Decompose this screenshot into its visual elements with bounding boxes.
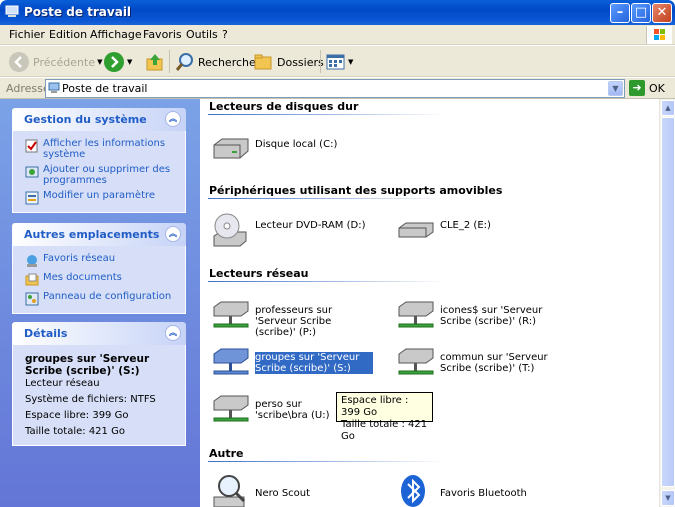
details-name: groupes sur 'Serveur Scribe (scribe)' (S… bbox=[25, 353, 150, 377]
system-info-icon bbox=[25, 139, 38, 153]
add-remove-icon bbox=[25, 166, 39, 178]
vertical-scrollbar[interactable]: ▲ ▼ bbox=[659, 99, 675, 507]
chevron-down-icon: ▼ bbox=[127, 58, 133, 66]
forward-button[interactable]: ▼ bbox=[103, 49, 132, 75]
menu-outils[interactable]: Outils bbox=[186, 28, 218, 41]
bluetooth-favorites[interactable]: Favoris Bluetooth bbox=[395, 473, 558, 507]
computer-icon bbox=[48, 82, 60, 93]
system-tasks-panel: Gestion du système ︽ Afficher les inform… bbox=[12, 108, 186, 213]
panel-header[interactable]: Détails ︽ bbox=[12, 322, 186, 345]
details-type: Lecteur réseau bbox=[25, 378, 100, 389]
back-button[interactable]: Précédente ▼ bbox=[8, 49, 103, 75]
menu-bar: Fichier Edition Affichage Favoris Outils… bbox=[0, 25, 675, 45]
up-folder-button[interactable] bbox=[145, 49, 165, 75]
settings-icon bbox=[25, 191, 39, 205]
forward-arrow-icon bbox=[104, 52, 124, 72]
details-total-size: Taille totale: 421 Go bbox=[25, 426, 125, 437]
network-drive-p[interactable]: professeurs sur 'Serveur Scribe (scribe)… bbox=[210, 297, 373, 338]
network-drive-icon bbox=[398, 301, 434, 328]
scroll-down-button[interactable]: ▼ bbox=[661, 490, 675, 506]
minimize-button[interactable]: – bbox=[610, 3, 630, 23]
network-drive-r[interactable]: icones$ sur 'Serveur Scribe (scribe)' (R… bbox=[395, 297, 558, 333]
menu-favoris[interactable]: Favoris bbox=[143, 28, 182, 41]
up-folder-icon bbox=[146, 54, 163, 71]
collapse-icon[interactable]: ︽ bbox=[165, 111, 181, 127]
scroll-up-button[interactable]: ▲ bbox=[661, 100, 675, 116]
group-title-network: Lecteurs réseau bbox=[209, 267, 309, 280]
drive-tooltip: Espace libre : 399 Go Taille totale : 42… bbox=[336, 392, 433, 442]
window-title: Poste de travail bbox=[24, 5, 132, 19]
menu-fichier[interactable]: Fichier bbox=[9, 28, 45, 41]
go-button[interactable]: ➜ OK bbox=[629, 80, 665, 96]
menu-edition[interactable]: Edition bbox=[49, 28, 87, 41]
network-drive-icon bbox=[213, 348, 249, 375]
panel-header[interactable]: Autres emplacements ︽ bbox=[12, 223, 186, 246]
network-drive-icon bbox=[398, 348, 434, 375]
place-control-panel[interactable]: Panneau de configuration bbox=[25, 291, 179, 306]
drive-e[interactable]: CLE_2 (E:) bbox=[395, 212, 558, 248]
chevron-down-icon: ▼ bbox=[348, 58, 354, 66]
folder-icon bbox=[25, 273, 39, 286]
close-button[interactable]: ✕ bbox=[652, 3, 672, 23]
network-drive-icon bbox=[213, 395, 249, 422]
address-input[interactable]: Poste de travail ▼ bbox=[45, 79, 625, 98]
maximize-icon: □ bbox=[634, 5, 648, 20]
bluetooth-icon bbox=[401, 475, 425, 507]
chevron-down-icon: ▼ bbox=[97, 58, 103, 66]
dvd-drive-icon bbox=[213, 213, 247, 247]
network-drive-icon bbox=[213, 301, 249, 328]
network-icon bbox=[27, 255, 37, 267]
place-documents[interactable]: Mes documents bbox=[25, 272, 179, 287]
address-label: Adresse bbox=[6, 82, 50, 95]
details-panel: Détails ︽ groupes sur 'Serveur Scribe (s… bbox=[12, 322, 186, 446]
views-grid-icon bbox=[326, 54, 345, 70]
details-filesystem: Système de fichiers: NTFS bbox=[25, 394, 156, 405]
nero-scout[interactable]: Nero Scout bbox=[210, 473, 373, 507]
panel-header[interactable]: Gestion du système ︽ bbox=[12, 108, 186, 131]
task-add-remove[interactable]: Ajouter ou supprimer des programmes bbox=[25, 164, 179, 186]
usb-drive-icon bbox=[398, 222, 434, 238]
menu-help[interactable]: ? bbox=[222, 28, 228, 41]
hard-drive-icon bbox=[213, 138, 249, 159]
task-system-info[interactable]: Afficher les informations système bbox=[25, 138, 179, 160]
toolbar: Précédente ▼ ▼ Rechercher Dossiers ▼ bbox=[0, 46, 675, 77]
address-bar: Adresse Poste de travail ▼ ➜ OK bbox=[0, 78, 675, 99]
address-dropdown[interactable]: ▼ bbox=[608, 81, 623, 96]
search-icon bbox=[175, 53, 193, 71]
computer-icon bbox=[5, 5, 19, 17]
network-drive-u[interactable]: perso sur 'scribe\bra (U:) bbox=[210, 391, 337, 427]
menu-affichage[interactable]: Affichage bbox=[90, 28, 142, 41]
network-drive-t[interactable]: commun sur 'Serveur Scribe (scribe)' (T:… bbox=[395, 344, 558, 380]
content-pane: Lecteurs de disques dur Disque local (C:… bbox=[200, 99, 659, 507]
drive-d[interactable]: Lecteur DVD-RAM (D:) bbox=[210, 212, 373, 248]
scroll-thumb[interactable] bbox=[661, 117, 675, 487]
task-pane: Gestion du système ︽ Afficher les inform… bbox=[0, 99, 200, 507]
windows-flag-icon bbox=[654, 29, 665, 40]
maximize-button[interactable]: □ bbox=[631, 3, 651, 23]
search-button[interactable]: Rechercher bbox=[175, 49, 260, 75]
views-button[interactable]: ▼ bbox=[326, 49, 353, 75]
collapse-icon[interactable]: ︽ bbox=[165, 226, 181, 242]
back-arrow-icon bbox=[9, 52, 29, 72]
title-bar[interactable]: Poste de travail – □ ✕ bbox=[0, 0, 675, 25]
windows-logo bbox=[646, 26, 672, 44]
collapse-icon[interactable]: ︽ bbox=[165, 325, 181, 341]
group-title-other: Autre bbox=[209, 447, 244, 460]
go-arrow-icon: ➜ bbox=[629, 80, 645, 96]
folders-button[interactable]: Dossiers bbox=[254, 49, 324, 75]
drive-c[interactable]: Disque local (C:) bbox=[210, 131, 373, 167]
place-network[interactable]: Favoris réseau bbox=[25, 253, 179, 268]
control-panel-icon bbox=[25, 292, 39, 306]
network-drive-s[interactable]: groupes sur 'Serveur Scribe (scribe)' (S… bbox=[210, 344, 373, 380]
nero-scout-icon bbox=[213, 475, 246, 507]
folders-icon bbox=[254, 54, 272, 70]
group-title-hdd: Lecteurs de disques dur bbox=[209, 100, 359, 113]
other-places-panel: Autres emplacements ︽ Favoris réseau Mes… bbox=[12, 223, 186, 314]
close-icon: ✕ bbox=[656, 5, 668, 20]
details-free-space: Espace libre: 399 Go bbox=[25, 410, 129, 421]
task-settings[interactable]: Modifier un paramètre bbox=[25, 190, 179, 205]
minimize-icon: – bbox=[616, 5, 624, 20]
group-title-removable: Périphériques utilisant des supports amo… bbox=[209, 184, 503, 197]
